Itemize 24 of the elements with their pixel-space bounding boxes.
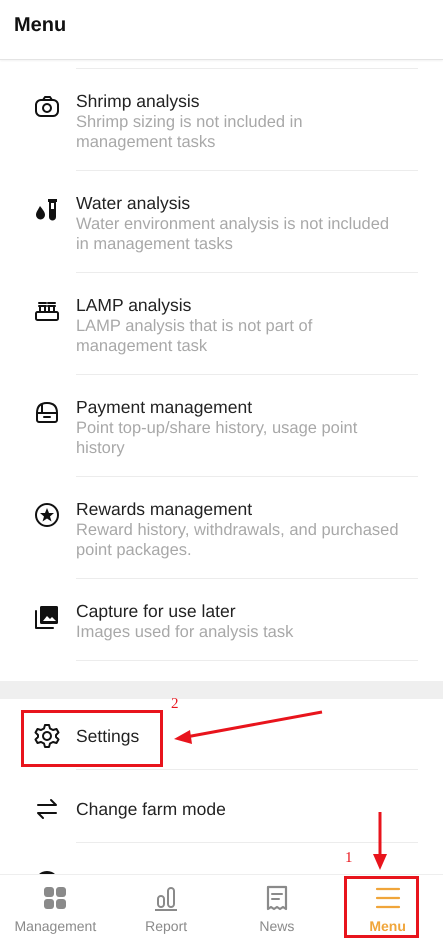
nav-tab[interactable]: Menu xyxy=(332,875,443,942)
menu-item-description: Reward history, withdrawals, and purchased point packages. xyxy=(76,520,400,560)
menu-item-description: Water environment analysis is not included in management tasks xyxy=(76,214,390,254)
step-number: 2 xyxy=(171,696,178,713)
menu-item-description: Shrimp sizing is not included in management tasks xyxy=(76,112,304,152)
menu-item-description: Point top-up/share history, usage point history xyxy=(76,418,358,458)
menu-item-title: Payment management xyxy=(76,396,252,418)
menu-item-title: Settings xyxy=(76,724,140,746)
screen-title: Menu xyxy=(14,14,66,37)
nav-tab[interactable]: Management xyxy=(0,875,111,942)
images-icon xyxy=(33,603,61,631)
menu-item-description: Images used for analysis task xyxy=(76,622,294,642)
menu-item-title: Water analysis xyxy=(76,192,190,214)
menu-item-description: LAMP analysis that is not part of management task xyxy=(76,316,314,356)
nav-tab[interactable]: Report xyxy=(110,875,222,942)
menu-item-title: Shrimp analysis xyxy=(76,90,200,112)
menu-item-title: Change farm mode xyxy=(76,798,226,820)
step-number: 1 xyxy=(345,850,352,867)
pointer-arrow xyxy=(373,812,387,870)
menu-item-title: Rewards management xyxy=(76,498,252,520)
settings-icon xyxy=(33,722,61,750)
nav-tab[interactable]: News xyxy=(222,875,332,942)
menu-item-title: Capture for use later xyxy=(76,600,236,622)
menu-item-title: LAMP analysis xyxy=(76,294,192,316)
